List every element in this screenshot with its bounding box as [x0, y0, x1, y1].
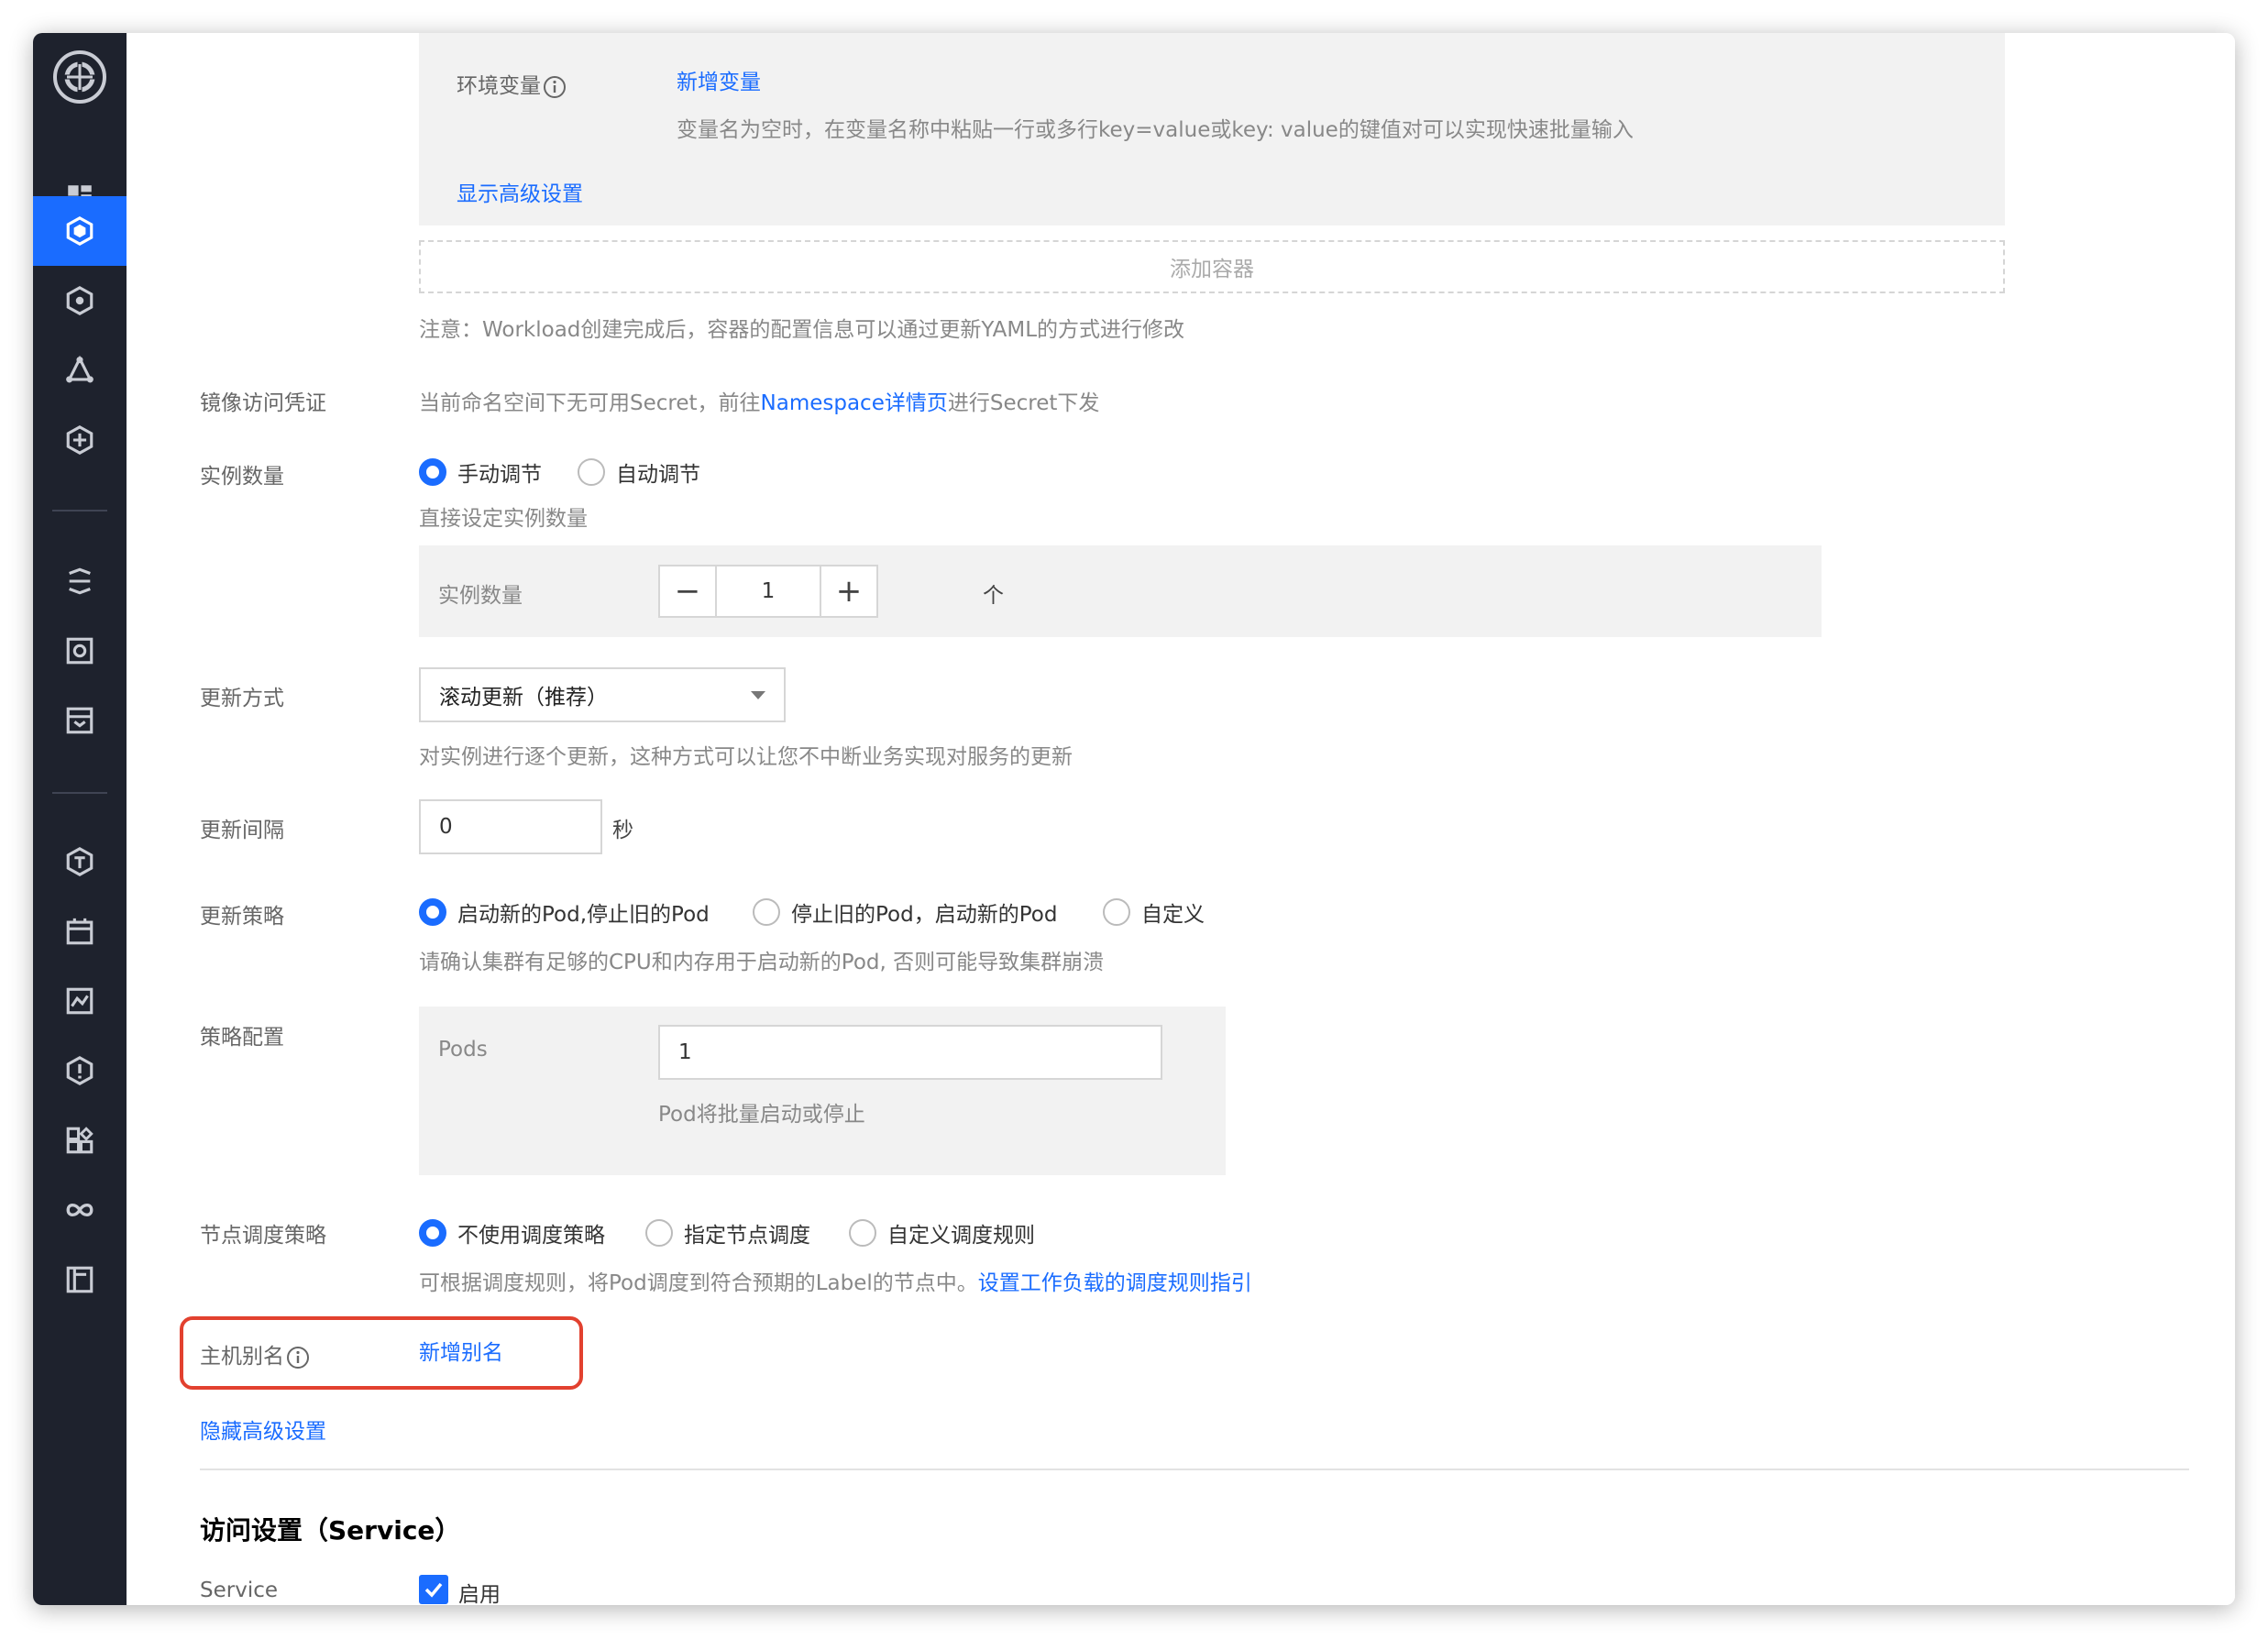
- sidebar: [33, 33, 127, 1605]
- share-icon[interactable]: [33, 405, 127, 475]
- logo-icon[interactable]: [47, 44, 113, 110]
- pods-input[interactable]: 1: [658, 1025, 1162, 1080]
- image-secret-text-before: 当前命名空间下无可用Secret，前往: [419, 391, 761, 415]
- update-method-select[interactable]: 滚动更新（推荐）: [419, 667, 786, 722]
- radio-circle-checked: [419, 1219, 446, 1247]
- replicas-input[interactable]: 1: [715, 566, 821, 616]
- host-alias-label-text: 主机别名: [200, 1345, 284, 1369]
- calendar-icon[interactable]: [33, 896, 127, 966]
- book-icon[interactable]: [33, 1245, 127, 1314]
- increment-button[interactable]: +: [821, 566, 876, 616]
- scheduling-guide-link[interactable]: 设置工作负载的调度规则指引: [978, 1271, 1252, 1295]
- radio-start-new-first-label: 启动新的Pod,停止旧的Pod: [457, 903, 710, 927]
- container-note: 注意：Workload创建完成后，容器的配置信息可以通过更新YAML的方式进行修…: [419, 318, 1185, 342]
- pods-value: 1: [678, 1040, 692, 1064]
- tag-icon[interactable]: [33, 827, 127, 896]
- update-strategy-label: 更新策略: [200, 905, 284, 929]
- replicas-panel: [419, 545, 1822, 637]
- cube-icon[interactable]: [33, 266, 127, 336]
- hide-advanced-link[interactable]: 隐藏高级设置: [200, 1414, 326, 1445]
- radio-no-scheduling[interactable]: 不使用调度策略: [419, 1217, 605, 1248]
- radio-manual-label: 手动调节: [457, 463, 542, 487]
- replicas-hint: 直接设定实例数量: [419, 507, 588, 531]
- strategy-config-label: 策略配置: [200, 1026, 284, 1050]
- service-enable-label: 启用: [458, 1583, 501, 1605]
- pods-hint: Pod将批量启动或停止: [658, 1103, 865, 1127]
- radio-stop-old-first-label: 停止旧的Pod，启动新的Pod: [791, 903, 1058, 927]
- replicas-stepper: − 1 +: [658, 565, 878, 618]
- pods-label: Pods: [438, 1038, 488, 1062]
- update-interval-unit: 秒: [612, 819, 633, 842]
- nodes-icon[interactable]: [33, 336, 127, 405]
- host-alias-label: 主机别名: [200, 1338, 310, 1370]
- check-icon: [424, 1582, 443, 1598]
- add-env-link[interactable]: 新增变量: [677, 64, 761, 95]
- radio-circle: [1103, 898, 1130, 926]
- access-section-title: 访问设置（Service）: [200, 1515, 461, 1546]
- cluster-icon[interactable]: [33, 196, 127, 266]
- update-interval-input[interactable]: 0: [419, 799, 602, 854]
- env-label-text: 环境变量: [457, 74, 541, 98]
- namespace-detail-link[interactable]: Namespace详情页: [761, 391, 948, 415]
- main-content: 环境变量 新增变量 变量名为空时，在变量名称中粘贴一行或多行key=value或…: [127, 33, 2235, 1605]
- chevron-down-icon: [751, 691, 765, 699]
- service-label: Service: [200, 1578, 279, 1602]
- radio-circle-checked: [419, 898, 446, 926]
- shield-icon[interactable]: [33, 1036, 127, 1106]
- add-container-button[interactable]: 添加容器: [419, 240, 2005, 293]
- update-method-label: 更新方式: [200, 687, 284, 710]
- image-secret-text-after: 进行Secret下发: [947, 391, 1100, 415]
- radio-circle: [849, 1219, 876, 1247]
- radio-auto[interactable]: 自动调节: [578, 456, 700, 488]
- section-divider: [200, 1468, 2189, 1470]
- sidebar-divider: [52, 792, 107, 794]
- node-scheduling-hint-text: 可根据调度规则，将Pod调度到符合预期的Label的节点中。: [419, 1271, 978, 1295]
- radio-start-new-first[interactable]: 启动新的Pod,停止旧的Pod: [419, 896, 710, 928]
- rocket-icon[interactable]: [33, 546, 127, 616]
- replicas-inner-label: 实例数量: [438, 584, 523, 608]
- update-interval-label: 更新间隔: [200, 819, 284, 842]
- radio-no-scheduling-label: 不使用调度策略: [457, 1224, 605, 1248]
- sidebar-divider: [52, 510, 107, 512]
- service-enable-checkbox[interactable]: [419, 1575, 448, 1604]
- radio-custom-scheduling-label: 自定义调度规则: [887, 1224, 1035, 1248]
- update-interval-value: 0: [439, 815, 453, 839]
- radio-circle-checked: [419, 458, 446, 486]
- radio-manual[interactable]: 手动调节: [419, 456, 542, 488]
- update-method-hint: 对实例进行逐个更新，这种方式可以让您不中断业务实现对服务的更新: [419, 745, 1073, 769]
- radio-custom-scheduling[interactable]: 自定义调度规则: [849, 1217, 1035, 1248]
- node-scheduling-label: 节点调度策略: [200, 1224, 326, 1248]
- info-icon[interactable]: [286, 1346, 310, 1370]
- inbox-icon[interactable]: [33, 686, 127, 755]
- apps-icon[interactable]: [33, 1106, 127, 1175]
- info-icon[interactable]: [543, 75, 567, 99]
- monitor-icon[interactable]: [33, 966, 127, 1036]
- radio-auto-label: 自动调节: [616, 463, 700, 487]
- node-scheduling-hint: 可根据调度规则，将Pod调度到符合预期的Label的节点中。设置工作负载的调度规…: [419, 1265, 1252, 1296]
- update-method-selected: 滚动更新（推荐）: [439, 686, 608, 710]
- infinity-icon[interactable]: [33, 1175, 127, 1245]
- env-label: 环境变量: [457, 68, 567, 99]
- radio-circle: [753, 898, 780, 926]
- replicas-unit: 个: [983, 584, 1004, 608]
- env-hint: 变量名为空时，在变量名称中粘贴一行或多行key=value或key: value…: [677, 118, 1634, 142]
- replicas-label: 实例数量: [200, 465, 284, 489]
- add-alias-link[interactable]: 新增别名: [419, 1335, 503, 1366]
- radio-specify-node-label: 指定节点调度: [684, 1224, 810, 1248]
- update-strategy-hint: 请确认集群有足够的CPU和内存用于启动新的Pod, 否则可能导致集群崩溃: [419, 951, 1105, 974]
- radio-custom-strategy[interactable]: 自定义: [1103, 896, 1205, 928]
- radio-specify-node[interactable]: 指定节点调度: [645, 1217, 810, 1248]
- decrement-button[interactable]: −: [660, 566, 715, 616]
- add-container-label: 添加容器: [1170, 258, 1254, 281]
- radio-custom-strategy-label: 自定义: [1141, 903, 1205, 927]
- camera-icon[interactable]: [33, 616, 127, 686]
- image-secret-label: 镜像访问凭证: [200, 391, 326, 415]
- app-window: 环境变量 新增变量 变量名为空时，在变量名称中粘贴一行或多行key=value或…: [33, 33, 2235, 1605]
- radio-circle: [645, 1219, 673, 1247]
- radio-circle: [578, 458, 605, 486]
- show-advanced-link[interactable]: 显示高级设置: [457, 176, 583, 207]
- radio-stop-old-first[interactable]: 停止旧的Pod，启动新的Pod: [753, 896, 1057, 928]
- image-secret-text: 当前命名空间下无可用Secret，前往Namespace详情页进行Secret下…: [419, 385, 1099, 416]
